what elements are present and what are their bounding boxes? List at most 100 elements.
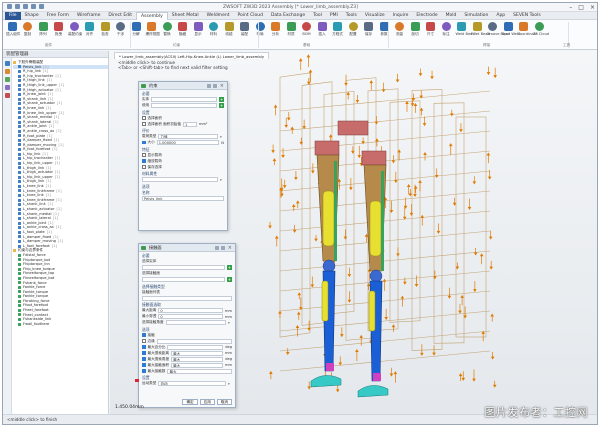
ribbon-button[interactable]: 拖曳 [53, 22, 65, 37]
menu-tab[interactable]: Assembly [136, 11, 168, 20]
ribbon-button[interactable]: 阵列 [37, 22, 49, 37]
ribbon-button[interactable]: 方程式 [332, 22, 344, 37]
ribbon-button[interactable]: 标注 [440, 22, 452, 37]
ribbon-button[interactable]: 剖切 [409, 22, 421, 37]
ribbon-button[interactable]: Z3 Cloud [533, 22, 549, 36]
3d-viewport[interactable]: * Lower_limb_assembly(ACSII) Left-Hip-Kn… [110, 51, 597, 414]
section-options[interactable]: 选项 [139, 184, 227, 190]
ribbon-button[interactable]: 保存 [363, 22, 375, 37]
motion-type-select[interactable]: 自动 [158, 381, 226, 386]
name-field[interactable]: Pelvis_link [142, 196, 224, 201]
max-distance-field[interactable]: 0 [158, 308, 223, 313]
ribbon-button[interactable]: 材质 [285, 22, 297, 37]
chevron-down-icon[interactable]: ▾ [228, 321, 232, 325]
apply-button[interactable]: 应用 [199, 399, 215, 405]
ribbon-button[interactable]: 测量 [394, 22, 406, 37]
help-icon[interactable] [207, 84, 211, 88]
min-penetration-field[interactable]: 0 [158, 314, 223, 319]
layer-icon[interactable] [5, 77, 10, 82]
cancel-button[interactable]: 取消 [216, 399, 232, 405]
menu-tab[interactable]: Data Exchange [267, 12, 309, 20]
checkbox[interactable] [142, 345, 146, 349]
new-icon[interactable] [7, 4, 12, 9]
ribbon-button[interactable]: 插入组件 [6, 22, 20, 37]
ribbon-button[interactable]: 隐藏 [177, 22, 189, 37]
confirm-icon[interactable] [141, 246, 146, 250]
ribbon-button[interactable]: Spot Weld [502, 22, 520, 36]
checkbox[interactable] [142, 351, 146, 355]
entity-field[interactable] [142, 265, 225, 270]
menu-tab[interactable]: PMI [326, 12, 342, 20]
ribbon-button[interactable]: BOM [301, 22, 313, 36]
pct-field[interactable] [167, 344, 224, 350]
save-icon[interactable] [23, 4, 28, 9]
menu-tab[interactable]: File [5, 11, 21, 20]
checkbox[interactable] [142, 357, 146, 361]
edge-field[interactable] [156, 338, 232, 344]
menu-tab[interactable]: Tool [309, 12, 326, 20]
ribbon-button[interactable]: 复制 [22, 22, 34, 37]
menu-tab[interactable]: Wireframe [73, 12, 104, 20]
chevron-down-icon[interactable]: ▾ [220, 178, 224, 182]
ribbon-button[interactable]: 干涉 [115, 22, 127, 37]
history-icon[interactable] [5, 69, 10, 74]
confirm-icon[interactable] [141, 84, 146, 88]
contact-list[interactable] [142, 295, 232, 301]
ribbon-button[interactable]: 布局 [254, 22, 266, 37]
menu-tab[interactable]: App [492, 12, 509, 20]
menu-tab[interactable]: Free Form [43, 12, 73, 20]
redo-icon[interactable] [39, 4, 44, 9]
use-field[interactable] [151, 103, 217, 108]
checkbox[interactable] [142, 116, 146, 120]
checkbox[interactable] [142, 122, 146, 126]
angle-field[interactable] [165, 320, 226, 325]
close-icon[interactable]: × [590, 4, 595, 11]
tree-icon[interactable] [5, 61, 10, 66]
open-icon[interactable] [15, 4, 20, 9]
menu-tab[interactable]: SEVEN Tools [509, 12, 545, 20]
ribbon-button[interactable]: 配置 [347, 22, 359, 37]
menu-tab[interactable]: Mold [442, 12, 461, 20]
checkbox[interactable] [142, 339, 146, 343]
ribbon-button[interactable]: 装配 [239, 22, 251, 37]
pin-icon[interactable] [213, 84, 217, 88]
checkbox[interactable] [142, 363, 146, 367]
close-icon[interactable]: × [220, 82, 224, 90]
checkbox[interactable] [142, 140, 146, 145]
area-field[interactable]: 1 [183, 121, 197, 127]
search-dist-field[interactable]: 最大 [171, 350, 223, 356]
tree-item[interactable]: Fwall_foothere [13, 322, 108, 327]
checkbox[interactable] [142, 369, 146, 373]
add-icon[interactable]: + [227, 265, 232, 270]
ribbon-button[interactable]: 分解 [130, 22, 142, 37]
type-select[interactable]: 力值 [158, 134, 218, 139]
menu-tab[interactable]: Inquire [389, 12, 413, 20]
magnitude-field[interactable]: 1.000000 [156, 140, 220, 145]
ribbon-button[interactable]: 装配约束 [68, 22, 82, 37]
menu-tab[interactable]: Tools [342, 12, 361, 20]
ribbon-button[interactable]: 显示 [192, 22, 204, 37]
ribbon-button[interactable]: Fillet Bead [471, 22, 490, 36]
ribbon-button[interactable]: 检查 [99, 22, 111, 37]
checkbox[interactable] [142, 153, 146, 157]
menu-tab[interactable]: Sheet Metal [168, 12, 203, 20]
add-icon[interactable]: + [219, 103, 224, 108]
view-icon[interactable] [5, 85, 10, 90]
minimize-icon[interactable]: – [569, 4, 572, 11]
material-field[interactable] [142, 177, 218, 182]
menu-tab[interactable]: Simulation [460, 12, 492, 20]
contact-count-field[interactable]: 最大 [167, 368, 232, 374]
pin-icon[interactable] [221, 246, 225, 250]
ribbon-button[interactable]: 材料 [208, 22, 220, 37]
menu-tab[interactable]: Visualize [361, 12, 389, 20]
add-icon[interactable]: + [219, 97, 224, 102]
undo-icon[interactable] [31, 4, 36, 9]
chevron-down-icon[interactable]: ▾ [228, 382, 232, 386]
filter-icon[interactable] [5, 93, 10, 98]
entity-field[interactable] [151, 97, 217, 102]
search-angle-field[interactable]: 最大 [171, 356, 224, 362]
chevron-down-icon[interactable]: ▾ [220, 135, 224, 139]
ribbon-button[interactable]: 插入 [316, 22, 328, 37]
ribbon-button[interactable]: Coordinate [518, 22, 537, 36]
ribbon-button[interactable]: Groove Bead [487, 22, 510, 36]
